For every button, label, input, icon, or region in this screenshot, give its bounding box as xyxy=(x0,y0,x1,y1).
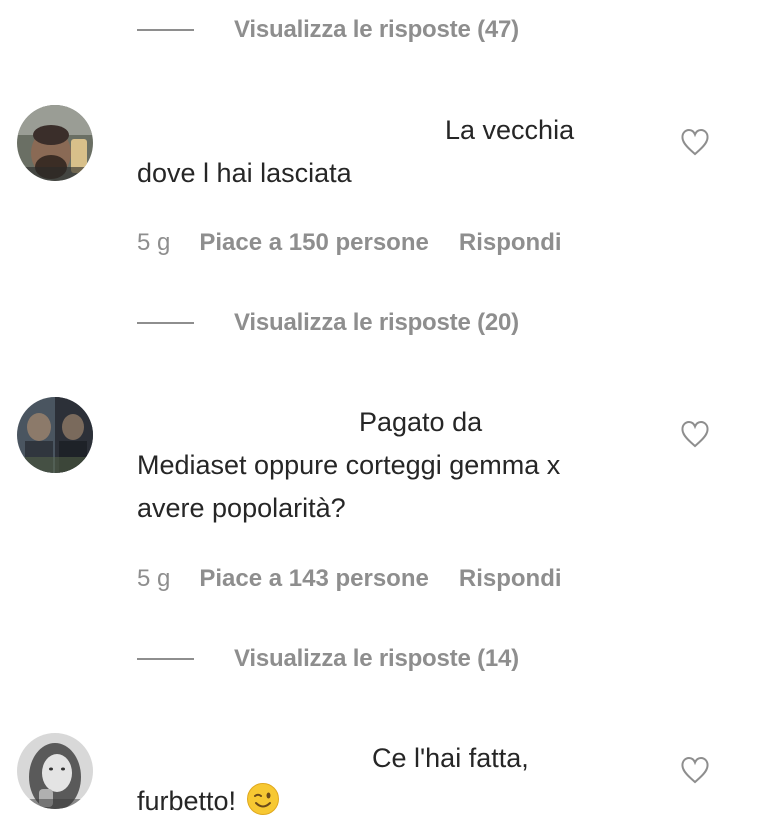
replies-divider-line xyxy=(137,29,194,31)
comment-time: 5 g xyxy=(137,565,171,592)
view-replies-label: Visualizza le risposte (47) xyxy=(234,16,519,43)
winking-face-emoji xyxy=(247,783,280,815)
avatar[interactable] xyxy=(17,397,93,473)
comment-text-line1: La vecchia xyxy=(445,115,575,145)
reply-button[interactable]: Rispondi xyxy=(459,565,562,593)
likes-count-link[interactable]: Piace a 150 persone xyxy=(199,229,428,257)
avatar[interactable] xyxy=(17,733,93,809)
username-redacted xyxy=(137,117,445,147)
view-replies-label: Visualizza le risposte (14) xyxy=(234,645,519,672)
heart-outline-icon[interactable] xyxy=(680,420,710,448)
comment-time: 5 g xyxy=(137,229,171,256)
username-redacted xyxy=(137,745,372,775)
view-replies-button[interactable]: Visualizza le risposte (14) xyxy=(137,645,519,673)
avatar[interactable] xyxy=(17,105,93,181)
likes-count-link[interactable]: Piace a 143 persone xyxy=(199,565,428,593)
comment-text-rest: furbetto! xyxy=(137,786,237,816)
comment-text-rest: Mediaset oppure corteggi gemma x avere p… xyxy=(137,450,561,523)
view-replies-label: Visualizza le risposte (20) xyxy=(234,309,519,336)
comment-text: Ce l'hai fatta, furbetto! xyxy=(137,737,577,823)
comment-meta: 5 g Piace a 143 persone Rispondi xyxy=(137,565,562,593)
comment-text: Pagato da Mediaset oppure corteggi gemma… xyxy=(137,401,577,530)
replies-divider-line xyxy=(137,322,194,324)
comment-text-line1: Ce l'hai fatta, xyxy=(372,743,529,773)
view-replies-button[interactable]: Visualizza le risposte (47) xyxy=(137,16,519,44)
comment-text: La vecchia dove l hai lasciata xyxy=(137,109,577,195)
replies-divider-line xyxy=(137,658,194,660)
heart-outline-icon[interactable] xyxy=(680,128,710,156)
reply-button[interactable]: Rispondi xyxy=(459,229,562,257)
comment-text-line1: Pagato da xyxy=(359,407,483,437)
comment-text-rest: dove l hai lasciata xyxy=(137,158,352,188)
comment-meta: 5 g Piace a 150 persone Rispondi xyxy=(137,229,562,257)
view-replies-button[interactable]: Visualizza le risposte (20) xyxy=(137,309,519,337)
heart-outline-icon[interactable] xyxy=(680,756,710,784)
username-redacted xyxy=(137,409,359,439)
